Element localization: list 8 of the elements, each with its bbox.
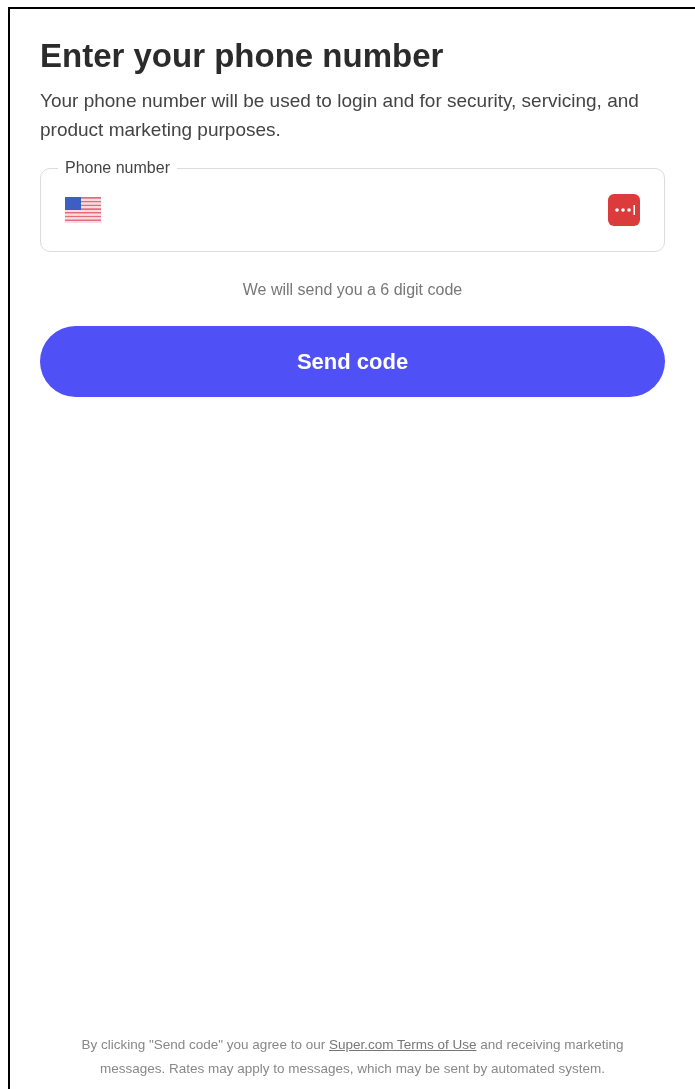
description-text: Your phone number will be used to login and for security, servicing, and product marketing purposes. [40,89,640,143]
hint-text: We will send you a 6 digit code [241,280,464,301]
send-code-button[interactable]: Send code [40,326,665,398]
password-manager-icon[interactable] [608,194,640,227]
flag-icon [65,197,101,224]
page-title: Enter your phone number [40,36,445,76]
terms-link[interactable]: Super.com Terms of Use [328,1037,477,1052]
terms-text: By clicking "Send code" you agree to our Super.com Terms of Use and receiving marketing messages. Rates may apply to messages, which may be sent by automated system. [80,1036,625,1078]
